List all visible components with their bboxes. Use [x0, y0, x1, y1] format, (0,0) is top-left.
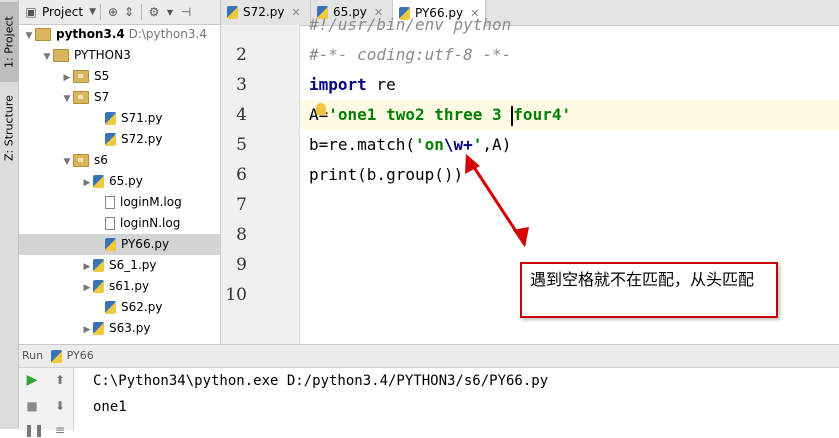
folder-icon	[53, 49, 69, 62]
annotation-callout: 遇到空格就不在匹配，从头匹配	[520, 262, 778, 318]
code-line-2: #-*- coding:utf-8 -*-	[309, 45, 512, 64]
line-number: 8	[236, 225, 247, 245]
hide-panel-icon[interactable]: ⊣	[178, 5, 194, 19]
tree-item-s61-py[interactable]: ▶ s61.py	[19, 276, 220, 297]
expanded-arrow-icon[interactable]: ▼	[61, 89, 73, 110]
line-number: 7	[236, 195, 247, 215]
python-file-icon	[227, 6, 238, 19]
sync-icon[interactable]: ⊕	[105, 5, 121, 19]
collapse-all-icon[interactable]: ⇕	[121, 5, 137, 19]
python-file-icon	[105, 133, 116, 146]
chevron-down-icon[interactable]: ▼	[89, 7, 96, 17]
line-number: 3	[236, 75, 247, 95]
package-icon	[73, 70, 89, 83]
expanded-arrow-icon[interactable]: ▼	[23, 26, 35, 47]
tree-item-python3.4[interactable]: ▼ python3.4 D:\python3.4	[19, 24, 220, 45]
code-line-3: import re	[309, 75, 396, 94]
tab-s72-py[interactable]: S72.py ✕	[221, 0, 311, 25]
collapsed-arrow-icon[interactable]: ▶	[81, 173, 93, 194]
project-pane-header: ▣ Project ▼ ⊕ ⇕ ⚙ ▼ ⊣	[19, 0, 220, 25]
expanded-arrow-icon[interactable]: ▼	[61, 152, 73, 173]
soft-wrap-icon[interactable]: ≡	[52, 422, 68, 438]
code-line-1: #!/usr/bin/env python	[309, 15, 512, 34]
python-file-icon	[50, 349, 62, 363]
settings-dropdown-icon[interactable]: ▼	[162, 8, 178, 17]
python-file-icon	[93, 259, 104, 272]
collapsed-arrow-icon[interactable]: ▶	[81, 257, 93, 278]
line-number: 4	[236, 105, 247, 125]
line-number: 6	[236, 165, 247, 185]
tree-item-s71-py[interactable]: S71.py	[19, 108, 220, 129]
run-toolbar: ▶ ⬆ ■ ⬇ ❚❚ ≡	[19, 368, 74, 437]
code-line-4: A='one1 two2 three 3 four4'	[300, 100, 839, 130]
line-number: 2	[236, 45, 247, 65]
tree-item-65-py[interactable]: ▶ 65.py	[19, 171, 220, 192]
tree-item-s6[interactable]: ▼ s6	[19, 150, 220, 171]
collapsed-arrow-icon[interactable]: ▶	[81, 320, 93, 341]
expanded-arrow-icon[interactable]: ▼	[41, 47, 53, 68]
console-line: one1	[93, 399, 127, 415]
python-file-icon	[105, 112, 116, 125]
tree-item-s72-py[interactable]: S72.py	[19, 129, 220, 150]
console-output[interactable]: C:\Python34\python.exe D:/python3.4/PYTH…	[93, 368, 839, 430]
console-line: C:\Python34\python.exe D:/python3.4/PYTH…	[93, 373, 549, 389]
collapsed-arrow-icon[interactable]: ▶	[81, 278, 93, 299]
project-view-icon: ▣	[25, 5, 37, 19]
package-icon	[73, 154, 89, 167]
gear-icon[interactable]: ⚙	[146, 5, 162, 19]
tree-item-s6-1-py[interactable]: ▶ S6_1.py	[19, 255, 220, 276]
tree-item-loginm-log[interactable]: loginM.log	[19, 192, 220, 213]
tool-window-strip: 1: Project Z: Structure	[0, 0, 19, 429]
python-file-icon	[105, 301, 116, 314]
text-file-icon	[105, 196, 115, 209]
run-panel: Run PY66 ▶ ⬆ ■ ⬇ ❚❚ ≡ C:\Python34\python…	[19, 344, 839, 437]
code-line-6: print(b.group())	[309, 165, 464, 184]
code-line-5: b=re.match('on\w+',A)	[309, 135, 512, 154]
tree-item-py66-py[interactable]: PY66.py	[19, 234, 220, 255]
project-view-selector[interactable]: Project	[42, 5, 83, 19]
down-arrow-icon[interactable]: ⬇	[52, 398, 68, 414]
python-file-icon	[93, 322, 104, 335]
tree-item-loginn-log[interactable]: loginN.log	[19, 213, 220, 234]
stop-icon[interactable]: ■	[24, 398, 40, 414]
project-pane: ▣ Project ▼ ⊕ ⇕ ⚙ ▼ ⊣ ▼ python3.4 D:\pyth…	[19, 0, 221, 344]
text-file-icon	[105, 217, 115, 230]
line-number: 10	[225, 285, 247, 305]
tree-item-s5[interactable]: ▶ S5	[19, 66, 220, 87]
python-file-icon	[93, 175, 104, 188]
tree-item-s63-py[interactable]: ▶ S63.py	[19, 318, 220, 339]
tree-item-s62-py[interactable]: S62.py	[19, 297, 220, 318]
package-icon	[73, 91, 89, 104]
up-arrow-icon[interactable]: ⬆	[52, 372, 68, 388]
python-file-icon	[93, 280, 104, 293]
line-number: 5	[236, 135, 247, 155]
rerun-icon[interactable]: ▶	[24, 372, 40, 388]
collapsed-arrow-icon[interactable]: ▶	[61, 68, 73, 89]
intention-bulb-icon[interactable]	[316, 103, 326, 115]
line-number: 9	[236, 255, 247, 275]
python-file-icon	[105, 238, 116, 251]
run-panel-header: Run PY66	[19, 345, 839, 368]
folder-icon	[35, 28, 51, 41]
line-number-gutter: 2 3 4 5 6 7 8 9 10	[221, 25, 300, 344]
structure-tool-tab[interactable]: Z: Structure	[0, 88, 18, 168]
tree-item-s7[interactable]: ▼ S7	[19, 87, 220, 108]
tree-item-python3-folder[interactable]: ▼ PYTHON3	[19, 45, 220, 66]
pause-icon[interactable]: ❚❚	[24, 422, 44, 438]
project-tool-tab[interactable]: 1: Project	[0, 2, 18, 82]
